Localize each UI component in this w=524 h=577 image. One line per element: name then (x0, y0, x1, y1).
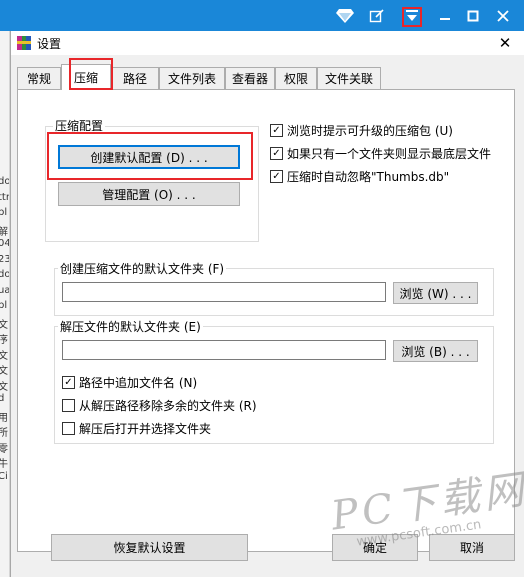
restore-defaults-button[interactable]: 恢复默认设置 (51, 534, 248, 561)
tab-label: 查看器 (231, 72, 268, 86)
background-text-fragment: d (0, 393, 4, 404)
background-text-fragment: 所 (0, 424, 8, 439)
background-text-fragment: do (0, 176, 10, 187)
background-text-fragment: 解 (0, 223, 8, 238)
tab-general[interactable]: 常规 (17, 67, 61, 89)
default-folder-title: 创建压缩文件的默认文件夹 (F) (58, 260, 227, 277)
background-window-strip: dottrpl解0423douapl文序文文文d用所零牛Ci (0, 31, 10, 577)
background-text-fragment: 牛 (0, 455, 8, 470)
background-text-fragment: 23 (0, 254, 9, 265)
background-text-fragment: 用 (0, 409, 8, 424)
option-prompt-upgrade[interactable]: ✓ 浏览时提示可升级的压缩包 (U) (270, 122, 453, 139)
option-checkbox[interactable]: ✓ (270, 124, 283, 137)
minimize-icon[interactable] (430, 0, 460, 31)
app-titlebar (0, 0, 524, 31)
background-text-fragment: pl (0, 207, 8, 218)
manage-config-button[interactable]: 管理配置 (O) . . . (58, 182, 240, 206)
option-label: 从解压路径移除多余的文件夹 (R) (79, 399, 257, 413)
default-folder-browse-button[interactable]: 浏览 (W) . . . (393, 282, 478, 304)
tab-compress-highlight (69, 58, 113, 90)
option-checkbox[interactable] (62, 399, 75, 412)
maximize-icon[interactable] (458, 0, 488, 31)
background-text-fragment: ttr (0, 191, 10, 203)
tab-file-association[interactable]: 文件关联 (317, 67, 381, 89)
dialog-titlebar: 设置 ✕ (11, 31, 524, 55)
background-text-fragment: pl (0, 300, 8, 311)
option-label: 路径中追加文件名 (N) (79, 376, 198, 390)
background-text-fragment: ua (0, 284, 10, 296)
dialog-title: 设置 (37, 37, 62, 51)
background-text-fragment: 文 (0, 362, 8, 377)
background-text-fragment: 文 (0, 316, 8, 331)
option-checkbox[interactable]: ✓ (62, 376, 75, 389)
option-label: 压缩时自动忽略"Thumbs.db" (287, 170, 450, 184)
tab-file-list[interactable]: 文件列表 (159, 67, 225, 89)
tab-label: 权限 (283, 72, 308, 86)
option-append-filename[interactable]: ✓ 路径中追加文件名 (N) (62, 374, 197, 391)
option-checkbox[interactable]: ✓ (270, 147, 283, 160)
option-label: 解压后打开并选择文件夹 (79, 422, 212, 436)
tab-permissions[interactable]: 权限 (275, 67, 317, 89)
extract-folder-input[interactable] (62, 340, 386, 360)
edit-icon[interactable] (362, 0, 392, 31)
option-remove-redundant-folders[interactable]: 从解压路径移除多余的文件夹 (R) (62, 397, 257, 414)
extract-folder-browse-button[interactable]: 浏览 (B) . . . (393, 340, 478, 362)
background-text-fragment: 文 (0, 378, 8, 393)
option-checkbox[interactable]: ✓ (270, 170, 283, 183)
winrar-app-icon (17, 36, 31, 50)
cancel-button[interactable]: 取消 (429, 534, 515, 561)
background-text-fragment: 序 (0, 331, 8, 346)
background-text-fragment: 04 (0, 238, 9, 249)
option-open-after-extract[interactable]: 解压后打开并选择文件夹 (62, 420, 211, 437)
background-text-fragment: Ci (0, 470, 8, 482)
gem-icon[interactable] (330, 0, 360, 31)
background-text-fragment: do (0, 269, 10, 280)
option-label: 浏览时提示可升级的压缩包 (U) (287, 124, 453, 138)
option-ignore-thumbs[interactable]: ✓ 压缩时自动忽略"Thumbs.db" (270, 168, 449, 185)
option-label: 如果只有一个文件夹则显示最底层文件 (287, 147, 492, 161)
background-text-fragment: 零 (0, 440, 8, 455)
tab-label: 文件列表 (167, 72, 216, 86)
settings-dialog: 设置 ✕ 常规 压缩 路径 文件列表 查看器 权限 文件关联 压缩配置 创建默认… (10, 31, 524, 577)
close-icon[interactable] (488, 0, 518, 31)
tab-viewer[interactable]: 查看器 (225, 67, 275, 89)
background-text-fragment: 文 (0, 347, 8, 362)
create-default-config-highlight (47, 132, 253, 180)
tab-path[interactable]: 路径 (111, 67, 159, 89)
option-show-deepest-folder[interactable]: ✓ 如果只有一个文件夹则显示最底层文件 (270, 145, 491, 162)
dialog-close-icon[interactable]: ✕ (496, 33, 514, 53)
compress-tab-panel: 压缩配置 创建默认配置 (D) . . . 管理配置 (O) . . . ✓ 浏… (17, 89, 515, 552)
option-checkbox[interactable] (62, 422, 75, 435)
extract-folder-title: 解压文件的默认文件夹 (E) (58, 318, 203, 335)
ok-button[interactable]: 确定 (332, 534, 418, 561)
menu-dropdown-highlight (402, 7, 422, 27)
tab-label: 文件关联 (324, 72, 373, 86)
default-folder-input[interactable] (62, 282, 386, 302)
tab-label: 路径 (122, 72, 147, 86)
tab-label: 常规 (26, 72, 51, 86)
